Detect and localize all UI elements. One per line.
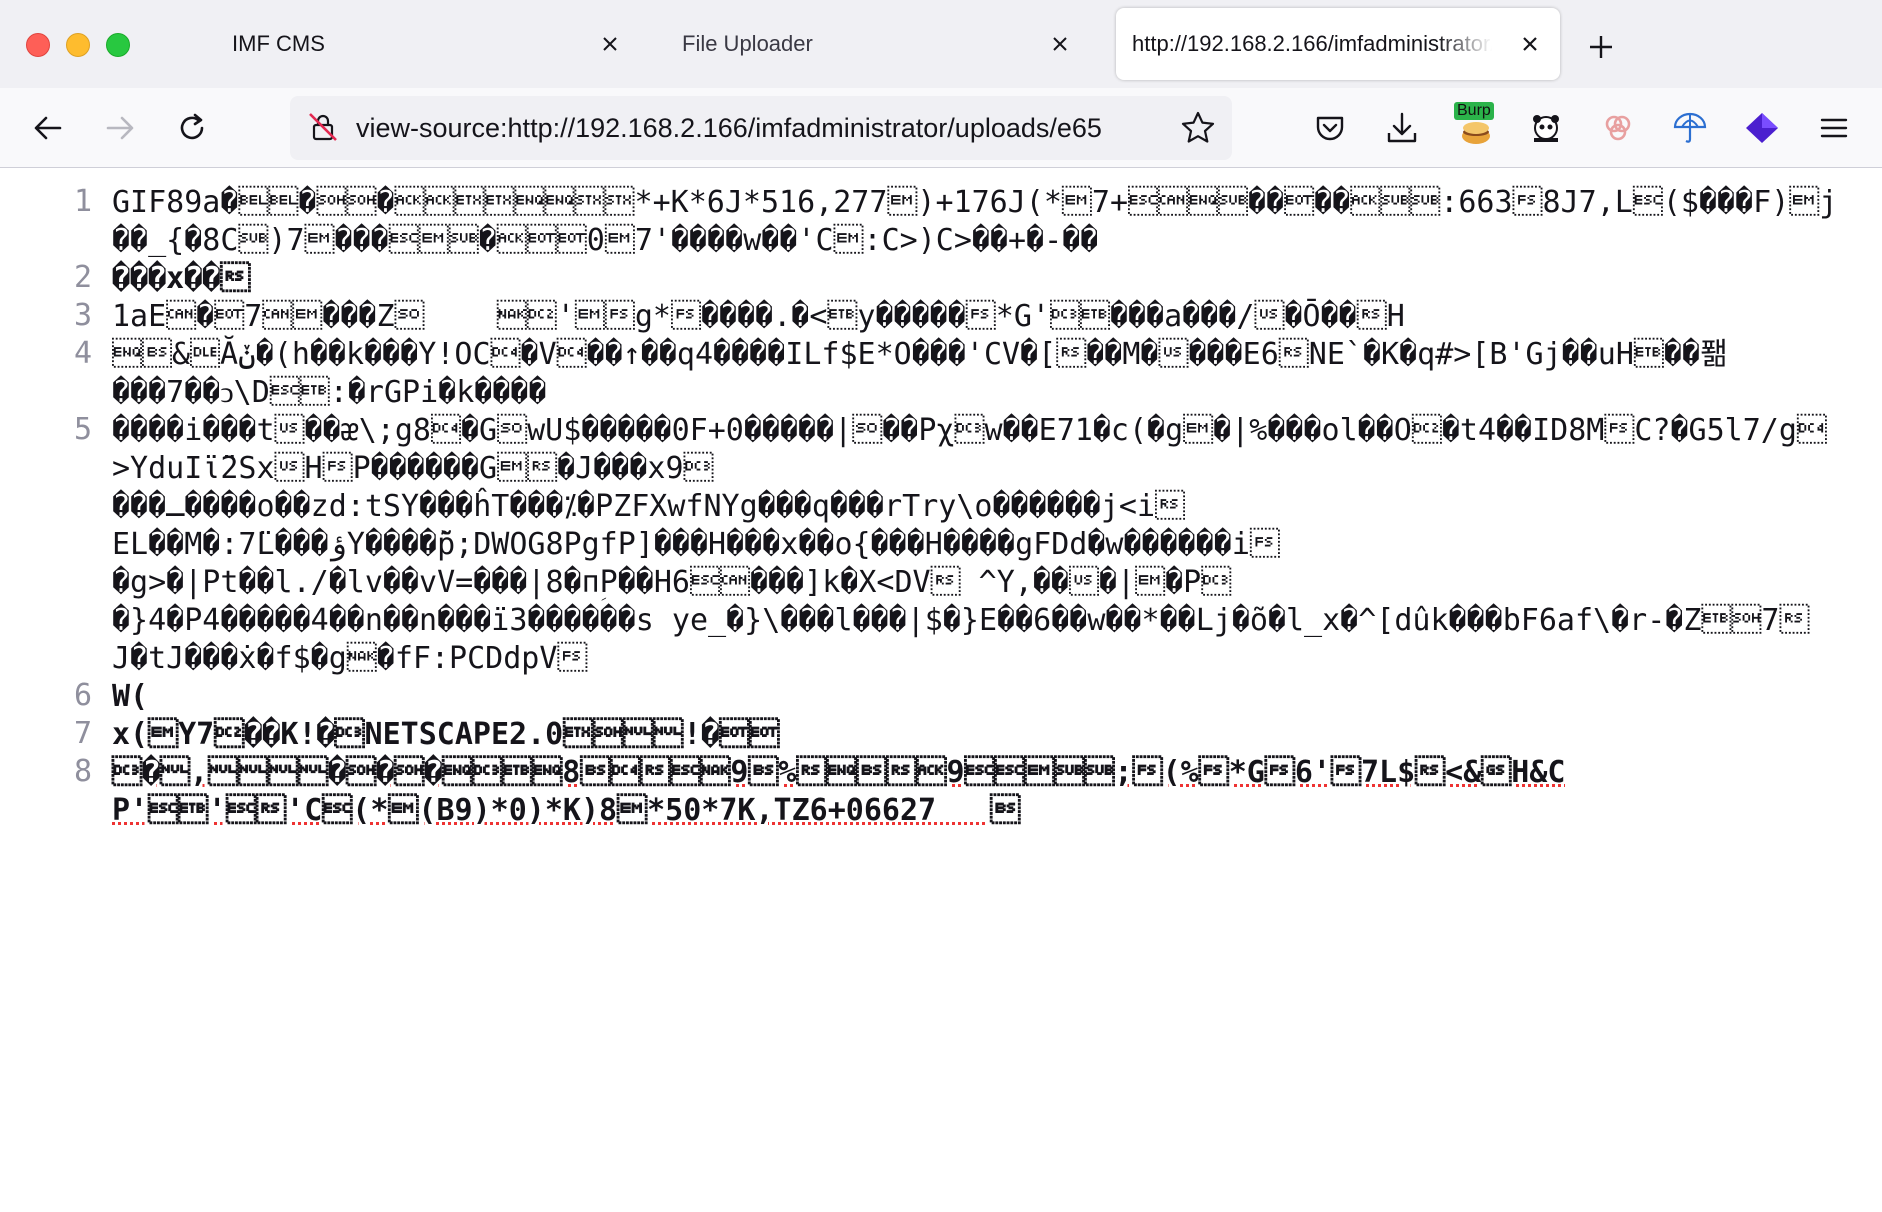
- line-number: 4: [73, 336, 92, 371]
- downloads-icon[interactable]: [1380, 106, 1424, 150]
- vpn-extension-icon[interactable]: [1668, 106, 1712, 150]
- new-tab-plus-icon[interactable]: [1584, 30, 1618, 64]
- source-line-text: ���x��: [112, 261, 251, 296]
- source-line-text: x(Y7��K!�NETSCAPE2.0  !�: [112, 717, 780, 752]
- source-line: 8 � ,    ���8 9%  9;…: [0, 754, 1882, 830]
- tab-imf-cms[interactable]: IMF CMS: [200, 8, 640, 80]
- bookmark-star-icon[interactable]: [1180, 110, 1216, 150]
- tab-label: IMF CMS: [232, 31, 325, 56]
- extension-icon[interactable]: [1596, 106, 1640, 150]
- line-number: 1: [73, 184, 92, 219]
- close-icon[interactable]: [1046, 30, 1074, 58]
- tab-view-source[interactable]: http://192.168.2.166/imfadministrator/up…: [1116, 8, 1560, 80]
- source-line-text: W(: [112, 679, 149, 714]
- source-line: 4 &Ăݩ�(h��k���Y!OC�V��↑��q4����ILf$…: [0, 336, 1882, 412]
- window-close-button[interactable]: [26, 33, 50, 57]
- source-line-text: ����i���t ��ᴂ\;g8�GwU$�����0F+0�����|…: [112, 413, 1827, 676]
- tab-label: http://192.168.2.166/imfadministrator/up…: [1132, 31, 1492, 56]
- url-text[interactable]: view-source:http://192.168.2.166/imfadmi…: [356, 113, 1166, 144]
- wappalyzer-icon[interactable]: [1740, 106, 1784, 150]
- source-line-text: &Ăݩ�(h��k���Y!OC�V��↑��q4����ILf$E*…: [112, 337, 1728, 410]
- source-line: 3 1aE�7���Z ' g* ����.�<y����� …: [0, 298, 1882, 336]
- view-source-content: 1 GIF89a���*+K*6J*516,277)+…: [0, 170, 1882, 1212]
- tab-strip: IMF CMS File Uploader http://192.168.2.1…: [0, 0, 1882, 88]
- close-icon[interactable]: [1516, 30, 1544, 58]
- reload-icon[interactable]: [172, 108, 212, 148]
- panda-extension-icon[interactable]: [1524, 106, 1568, 150]
- tab-label: File Uploader: [682, 31, 813, 56]
- source-line: 5 ����i���t ��ᴂ\;g8�GwU$�����0F+0�����…: [0, 412, 1882, 678]
- source-line-text: 1aE�7���Z ' g* ����.�<y����� *G…: [112, 299, 1405, 334]
- line-number: 5: [73, 412, 92, 447]
- line-number: 8: [73, 754, 92, 789]
- source-line: 1 GIF89a���*+K*6J*516,277)+…: [0, 184, 1882, 260]
- close-icon[interactable]: [596, 30, 624, 58]
- back-icon[interactable]: [28, 108, 68, 148]
- line-number: 6: [73, 678, 92, 713]
- source-line-text: GIF89a���*+K*6J*516,277)+17…: [112, 185, 1838, 258]
- source-line: 2 ���x��: [0, 260, 1882, 298]
- forward-icon[interactable]: [100, 108, 140, 148]
- line-number: 2: [73, 260, 92, 295]
- burp-badge: Burp: [1454, 102, 1494, 120]
- pocket-icon[interactable]: [1308, 106, 1352, 150]
- line-number: 7: [73, 716, 92, 751]
- source-line: 7 x(Y7��K!�NETSCAPE2.0  !�: [0, 716, 1882, 754]
- window-zoom-button[interactable]: [106, 33, 130, 57]
- source-line-text: � ,    ���8 9%  9; (…: [112, 755, 1566, 828]
- source-line: 6 W(: [0, 678, 1882, 716]
- address-bar[interactable]: view-source:http://192.168.2.166/imfadmi…: [290, 96, 1232, 160]
- burp-extension-icon[interactable]: Burp: [1454, 102, 1498, 150]
- insecure-lock-icon[interactable]: [306, 110, 340, 148]
- line-number: 3: [73, 298, 92, 333]
- tab-file-uploader[interactable]: File Uploader: [650, 8, 1090, 80]
- window-minimize-button[interactable]: [66, 33, 90, 57]
- menu-icon[interactable]: [1812, 106, 1856, 150]
